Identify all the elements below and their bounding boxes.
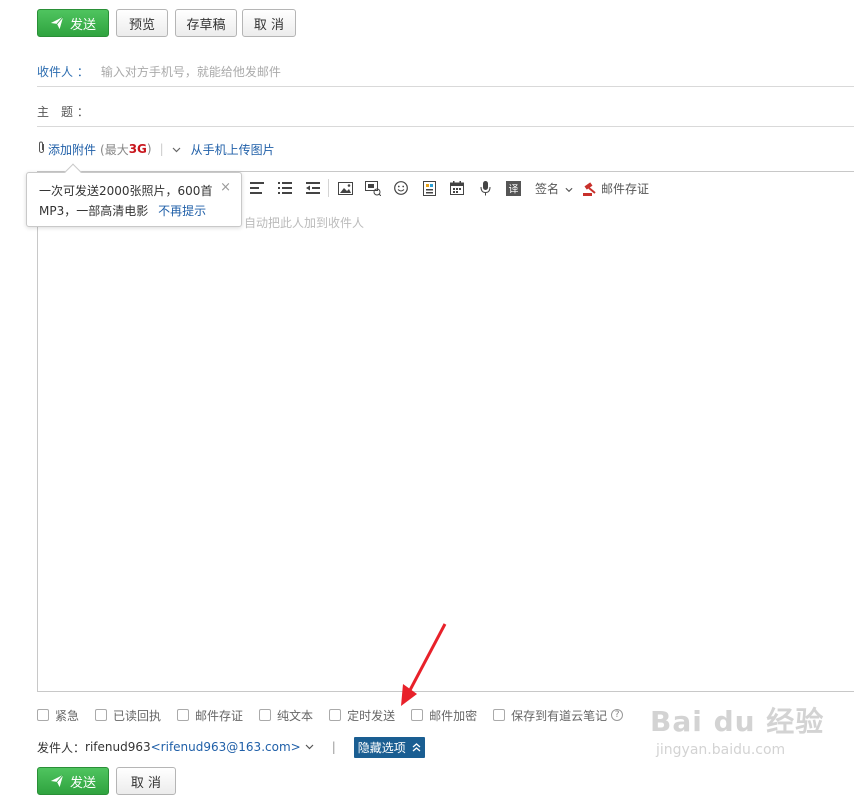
svg-text:译: 译: [508, 183, 518, 195]
encrypt-checkbox[interactable]: [411, 709, 424, 721]
tooltip-line-1: 一次可发送2000张照片，600首: [39, 184, 213, 198]
editor-placeholder: 自动把此人加到收件人: [244, 216, 365, 230]
option-urgent[interactable]: 紧急: [37, 707, 79, 724]
read-receipt-checkbox[interactable]: [95, 709, 108, 721]
attach-divider: |: [159, 142, 164, 156]
attachment-row: 添加附件 (最大 3G) | 从手机上传图片: [37, 140, 275, 158]
sender-row: 发件人： rifenud963 <rifenud963@163.com> | 隐藏…: [37, 736, 425, 758]
recipient-label: 收件人 ：: [37, 65, 89, 79]
subject-label: 主 题 ：: [37, 105, 89, 119]
outdent-icon[interactable]: [305, 180, 321, 196]
calendar-icon[interactable]: [449, 180, 465, 196]
hide-options-button[interactable]: 隐藏选项: [353, 736, 425, 758]
urgent-checkbox[interactable]: [37, 709, 49, 721]
sender-name: rifenud963: [85, 740, 151, 754]
sender-label: 发件人：: [37, 740, 86, 755]
watermark-logo: Bai du 经验: [650, 705, 825, 738]
attachment-tooltip: × 一次可发送2000张照片，600首 MP3，一部高清电影 不再提示: [26, 163, 242, 227]
save-draft-button[interactable]: 存草稿: [175, 9, 237, 37]
signature-dropdown[interactable]: 签名: [535, 180, 573, 197]
plain-text-label: 纯文本: [277, 708, 314, 723]
option-scheduled[interactable]: 定时发送: [329, 707, 395, 724]
send-button[interactable]: 发送: [37, 9, 109, 37]
tooltip-line-2-text: MP3，一部高清电影: [39, 204, 149, 218]
dont-remind-link[interactable]: 不再提示: [158, 204, 206, 218]
baidu-watermark: Bai du 经验 jingyan.baidu.com: [650, 700, 824, 758]
send-button-bottom[interactable]: 发送: [37, 767, 109, 795]
screenshot-icon[interactable]: [365, 180, 381, 196]
save-draft-label: 存草稿: [186, 17, 226, 33]
paper-plane-icon: [50, 16, 64, 30]
emoji-icon[interactable]: [393, 180, 409, 196]
mail-cert-label: 邮件存证: [601, 182, 650, 196]
paperclip-icon: [37, 141, 46, 157]
encrypt-label: 邮件加密: [429, 708, 478, 723]
tooltip-arrow: [64, 163, 82, 181]
chevron-down-icon: [565, 187, 573, 193]
image-icon[interactable]: [337, 180, 353, 196]
urgent-label: 紧急: [55, 708, 80, 723]
cancel-label-bottom: 取 消: [130, 775, 162, 791]
cancel-label: 取 消: [253, 17, 285, 33]
upload-from-phone-link[interactable]: 从手机上传图片: [191, 141, 275, 158]
sender-select[interactable]: rifenud963 <rifenud963@163.com>: [85, 740, 314, 754]
mail-cert-option-label: 邮件存证: [195, 708, 244, 723]
tooltip-line-2: MP3，一部高清电影 不再提示: [39, 201, 229, 221]
signature-label: 签名: [535, 182, 560, 196]
gavel-icon: [583, 181, 596, 196]
option-mail-cert[interactable]: 邮件存证: [177, 707, 243, 724]
subject-input[interactable]: [100, 104, 701, 119]
plain-text-checkbox[interactable]: [259, 709, 272, 721]
microphone-icon[interactable]: [477, 180, 493, 196]
sender-email: <rifenud963@163.com>: [150, 740, 301, 754]
help-icon[interactable]: ?: [611, 709, 624, 721]
bullet-list-icon[interactable]: [277, 180, 293, 196]
preview-label: 预览: [128, 17, 155, 33]
close-icon[interactable]: ×: [220, 178, 231, 198]
youdao-label: 保存到有道云笔记: [511, 708, 608, 723]
annotation-arrow-icon: [401, 623, 447, 706]
read-receipt-label: 已读回执: [113, 708, 162, 723]
subject-row: 主 题 ：: [37, 97, 854, 127]
cancel-button-bottom[interactable]: 取 消: [116, 767, 176, 795]
toolbar-divider: [328, 179, 329, 197]
watermark-url: jingyan.baidu.com: [656, 742, 786, 758]
chevron-down-icon: [305, 744, 314, 750]
add-attachment-link[interactable]: 添加附件: [48, 141, 96, 158]
max-size-value: 3G: [128, 142, 147, 156]
mail-cert-checkbox[interactable]: [177, 709, 190, 721]
recipient-row: 收件人 ：: [37, 57, 854, 87]
option-read-receipt[interactable]: 已读回执: [95, 707, 161, 724]
scheduled-checkbox[interactable]: [329, 709, 342, 721]
editor-area[interactable]: 译 签名 邮件存证 自动把此人加到收件人: [37, 171, 854, 692]
paper-plane-icon: [50, 774, 64, 788]
template-icon[interactable]: [421, 180, 437, 196]
hide-options-label: 隐藏选项: [357, 740, 406, 755]
option-plain-text[interactable]: 纯文本: [259, 707, 313, 724]
sender-divider: |: [331, 740, 336, 754]
send-label-bottom: 发送: [69, 775, 96, 791]
chevron-up-double-icon: [412, 742, 421, 751]
option-encrypt[interactable]: 邮件加密: [411, 707, 477, 724]
translate-icon[interactable]: 译: [505, 180, 521, 196]
mail-cert-button[interactable]: 邮件存证: [583, 180, 649, 197]
max-size-prefix: (最大: [100, 142, 129, 157]
option-youdao[interactable]: 保存到有道云笔记?: [493, 707, 624, 724]
align-left-icon[interactable]: [249, 180, 265, 196]
cancel-button[interactable]: 取 消: [242, 9, 296, 37]
recipient-input[interactable]: [100, 64, 701, 79]
youdao-checkbox[interactable]: [493, 709, 506, 721]
preview-button[interactable]: 预览: [116, 9, 168, 37]
send-options: 紧急 已读回执 邮件存证 纯文本 定时发送 邮件加密 保存到有道云笔记?: [37, 706, 639, 724]
chevron-down-icon[interactable]: [172, 142, 181, 156]
scheduled-label: 定时发送: [347, 708, 396, 723]
send-label: 发送: [69, 17, 96, 33]
max-size-suffix: ): [146, 142, 152, 156]
